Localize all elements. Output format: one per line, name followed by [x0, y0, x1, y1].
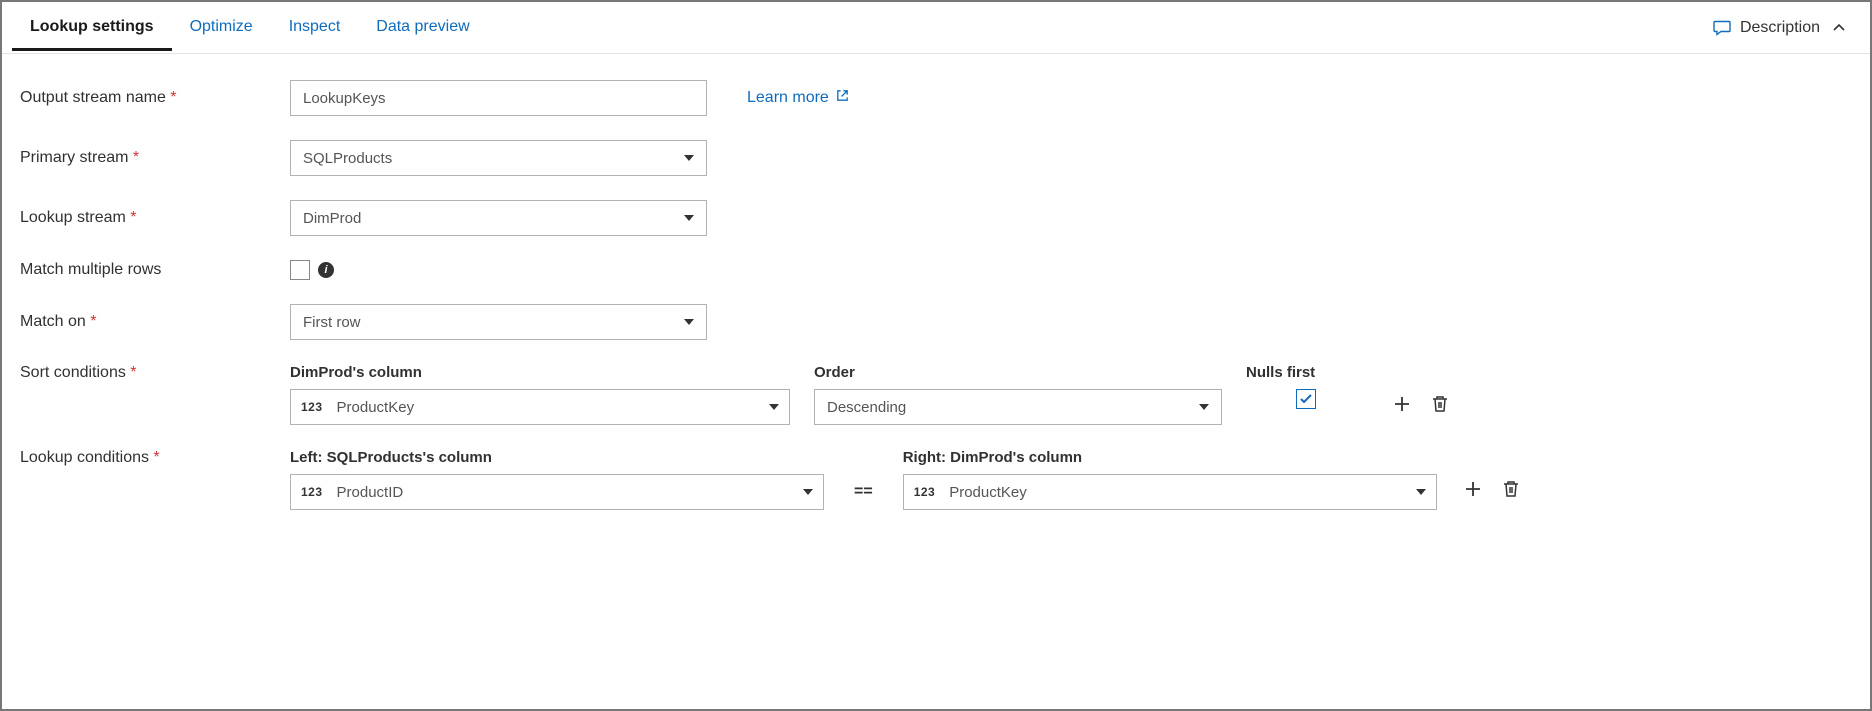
match-multiple-rows-checkbox[interactable]: [290, 260, 310, 280]
label-lookup-stream: Lookup stream: [20, 209, 290, 227]
chevron-down-icon: [1199, 404, 1209, 410]
lookup-right-value: ProductKey: [949, 484, 1027, 501]
lookup-stream-select[interactable]: DimProd: [290, 200, 707, 236]
chevron-down-icon: [1416, 489, 1426, 495]
label-lookup-conditions: Lookup conditions: [20, 449, 290, 467]
primary-stream-select[interactable]: SQLProducts: [290, 140, 707, 176]
delete-lookup-condition-button[interactable]: [1499, 477, 1523, 501]
primary-stream-value: SQLProducts: [303, 150, 392, 167]
learn-more-label: Learn more: [747, 89, 829, 107]
sort-column-header: DimProd's column: [290, 364, 790, 381]
add-sort-condition-button[interactable]: [1390, 392, 1414, 416]
label-match-on: Match on: [20, 313, 290, 331]
comment-icon: [1712, 18, 1732, 38]
nulls-first-header: Nulls first: [1246, 364, 1315, 381]
external-link-icon: [835, 88, 850, 108]
add-lookup-condition-button[interactable]: [1461, 477, 1485, 501]
sort-order-header: Order: [814, 364, 1222, 381]
tab-lookup-settings[interactable]: Lookup settings: [12, 4, 172, 51]
tab-inspect[interactable]: Inspect: [271, 4, 359, 51]
lookup-left-select[interactable]: 123 ProductID: [290, 474, 824, 510]
chevron-down-icon: [769, 404, 779, 410]
output-stream-name-input[interactable]: LookupKeys: [290, 80, 707, 116]
label-match-multiple-rows: Match multiple rows: [20, 261, 290, 279]
lookup-stream-value: DimProd: [303, 210, 361, 227]
tab-bar: Lookup settings Optimize Inspect Data pr…: [2, 2, 1870, 54]
chevron-down-icon: [684, 215, 694, 221]
nulls-first-checkbox[interactable]: [1296, 389, 1316, 409]
tab-data-preview[interactable]: Data preview: [358, 4, 487, 51]
label-sort-conditions: Sort conditions: [20, 364, 290, 382]
description-toggle[interactable]: Description: [1712, 17, 1860, 39]
lookup-left-value: ProductID: [337, 484, 404, 501]
lookup-left-header: Left: SQLProducts's column: [290, 449, 824, 466]
sort-order-value: Descending: [827, 399, 906, 416]
sort-conditions-block: DimProd's column 123 ProductKey Order De…: [290, 364, 1452, 425]
info-icon[interactable]: i: [318, 262, 334, 278]
datatype-integer-icon: 123: [914, 485, 936, 499]
description-label: Description: [1740, 19, 1820, 37]
match-on-select[interactable]: First row: [290, 304, 707, 340]
chevron-up-icon: [1828, 17, 1850, 39]
chevron-down-icon: [803, 489, 813, 495]
sort-order-select[interactable]: Descending: [814, 389, 1222, 425]
sort-column-select[interactable]: 123 ProductKey: [290, 389, 790, 425]
chevron-down-icon: [684, 319, 694, 325]
tab-optimize[interactable]: Optimize: [172, 4, 271, 51]
match-on-value: First row: [303, 314, 361, 331]
sort-column-value: ProductKey: [337, 399, 415, 416]
label-output-stream-name: Output stream name: [20, 89, 290, 107]
lookup-right-header: Right: DimProd's column: [903, 449, 1437, 466]
datatype-integer-icon: 123: [301, 400, 323, 414]
learn-more-link[interactable]: Learn more: [747, 88, 850, 108]
lookup-settings-panel: Lookup settings Optimize Inspect Data pr…: [0, 0, 1872, 711]
delete-sort-condition-button[interactable]: [1428, 392, 1452, 416]
chevron-down-icon: [684, 155, 694, 161]
equals-operator: ==: [848, 474, 879, 510]
label-primary-stream: Primary stream: [20, 149, 290, 167]
lookup-conditions-block: Left: SQLProducts's column 123 ProductID…: [290, 449, 1523, 510]
form-body: Output stream name LookupKeys Learn more…: [2, 54, 1870, 709]
datatype-integer-icon: 123: [301, 485, 323, 499]
lookup-right-select[interactable]: 123 ProductKey: [903, 474, 1437, 510]
